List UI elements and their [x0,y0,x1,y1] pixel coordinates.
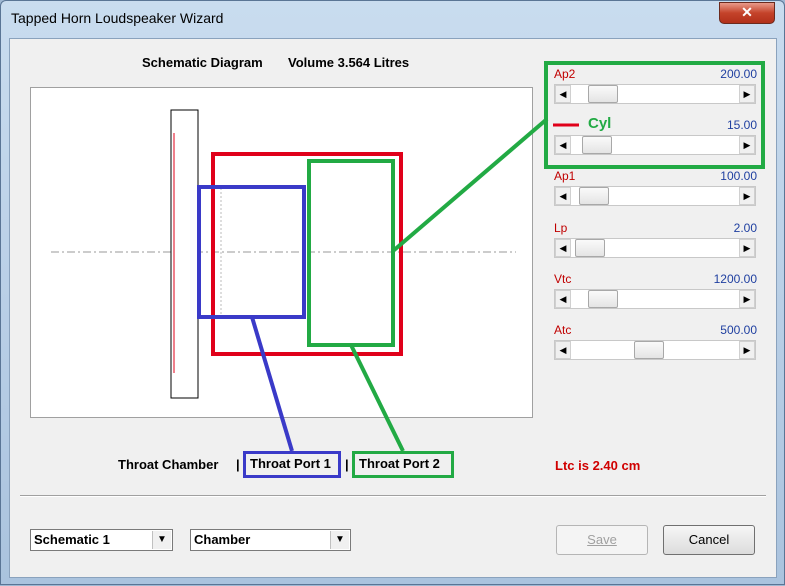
chevron-right-icon[interactable]: ▶ [739,239,755,257]
chevron-left-icon[interactable]: ◀ [555,187,571,205]
cancel-button[interactable]: Cancel [663,525,755,555]
chevron-left-icon[interactable]: ◀ [555,341,571,359]
chevron-right-icon[interactable]: ▶ [739,187,755,205]
slider-value-lp: 2.00 [733,221,757,235]
slider-thumb[interactable] [579,187,609,205]
chevron-left-icon[interactable]: ◀ [555,136,571,154]
slider-atc[interactable]: ◀ ▶ [554,340,756,360]
view-select-value: Chamber [194,532,251,547]
wizard-window: Tapped Horn Loudspeaker Wizard ✕ Schemat… [0,0,785,585]
chevron-down-icon[interactable]: ▼ [330,531,349,549]
throat-port-1-label: Throat Port 1 [243,451,341,478]
chevron-left-icon[interactable]: ◀ [555,85,571,103]
save-button-label: Save [587,532,617,547]
window-title: Tapped Horn Loudspeaker Wizard [11,10,224,26]
throat-port-2-label: Throat Port 2 [352,451,454,478]
slider-lp2[interactable]: ◀ ▶ [554,135,756,155]
schematic-select[interactable]: Schematic 1 ▼ [30,529,173,551]
view-select[interactable]: Chamber ▼ [190,529,351,551]
slider-label-atc: Atc [554,323,572,337]
slider-label-ap1: Ap1 [554,169,576,183]
schematic-diagram [30,87,533,418]
slider-value-ap2: 200.00 [720,67,757,81]
cyl-annotation: Cyl [588,115,612,132]
chevron-down-icon[interactable]: ▼ [152,531,171,549]
slider-thumb[interactable] [588,85,618,103]
chevron-right-icon[interactable]: ▶ [739,136,755,154]
slider-thumb[interactable] [575,239,605,257]
schematic-select-value: Schematic 1 [34,532,110,547]
diagram-title: Schematic Diagram [142,55,263,70]
chevron-left-icon[interactable]: ◀ [555,239,571,257]
slider-value-vtc: 1200.00 [713,272,757,286]
slider-label-ap2: Ap2 [554,67,576,81]
slider-value-atc: 500.00 [720,323,757,337]
save-button[interactable]: Save [556,525,648,555]
legend-separator: | [236,457,240,472]
slider-vtc[interactable]: ◀ ▶ [554,289,756,309]
cancel-button-label: Cancel [688,532,730,547]
chevron-right-icon[interactable]: ▶ [739,85,755,103]
separator [20,495,766,497]
slider-label-vtc: Vtc [554,272,572,286]
schematic-drawing [51,109,516,399]
throat-chamber-label: Throat Chamber [118,457,219,472]
chevron-left-icon[interactable]: ◀ [555,290,571,308]
slider-lp[interactable]: ◀ ▶ [554,238,756,258]
slider-ap1[interactable]: ◀ ▶ [554,186,756,206]
volume-readout: Volume 3.564 Litres [288,55,410,70]
chevron-right-icon[interactable]: ▶ [739,341,755,359]
slider-value-lp2: 15.00 [726,118,757,132]
slider-label-lp: Lp [554,221,568,235]
chevron-right-icon[interactable]: ▶ [739,290,755,308]
close-icon: ✕ [741,4,753,20]
slider-ap2[interactable]: ◀ ▶ [554,84,756,104]
ltc-status: Ltc is 2.40 cm [555,458,641,473]
slider-thumb[interactable] [588,290,618,308]
slider-thumb[interactable] [634,341,664,359]
slider-value-ap1: 100.00 [720,169,757,183]
baffle-panel [170,109,199,399]
slider-thumb[interactable] [582,136,612,154]
close-button[interactable]: ✕ [719,2,775,24]
legend-separator: | [345,457,349,472]
title-bar: Tapped Horn Loudspeaker Wizard ✕ [1,1,785,37]
